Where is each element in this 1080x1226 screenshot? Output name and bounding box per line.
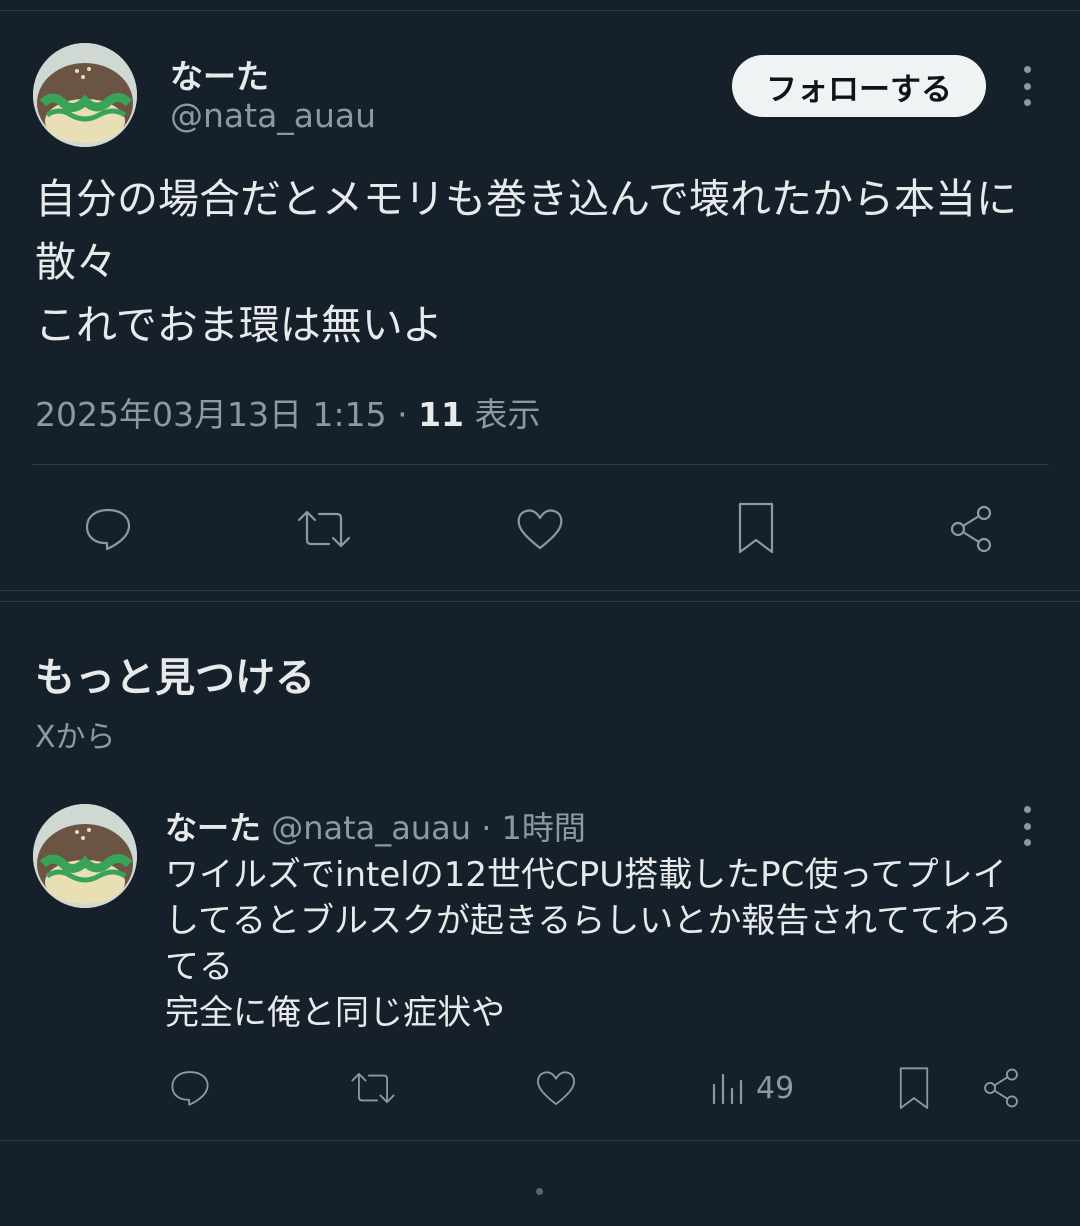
like-icon[interactable] [512, 500, 568, 558]
timestamp[interactable]: 2025年03月13日 1:15 [35, 395, 387, 434]
display-name[interactable]: なーた [170, 50, 269, 98]
views-count: 49 [756, 1070, 795, 1106]
related-handle[interactable]: @nata_auau [271, 809, 471, 847]
follow-button[interactable]: フォローする [732, 55, 986, 117]
related-avatar[interactable] [33, 804, 137, 908]
related-display-name[interactable]: なーた [165, 809, 261, 847]
tweet-meta: 2025年03月13日 1:15 · 11 表示 [35, 388, 541, 436]
top-divider [0, 10, 1080, 11]
views-button[interactable]: 49 [710, 1066, 810, 1110]
like-icon[interactable] [533, 1066, 579, 1110]
meta-separator: · [397, 395, 408, 434]
more-icon[interactable] [1012, 806, 1042, 846]
share-icon[interactable] [978, 1064, 1024, 1112]
bookmark-icon[interactable] [892, 1064, 936, 1114]
section-source: Xから [35, 720, 116, 755]
tweet-text-line: 散々 [35, 238, 117, 286]
retweet-icon[interactable] [348, 1066, 398, 1110]
views-icon [712, 1073, 743, 1105]
related-text-line: してるとブルスクが起きるらしいとか報告されててわろ [165, 901, 1013, 941]
share-icon[interactable] [944, 500, 998, 558]
reply-icon[interactable] [166, 1066, 214, 1110]
tweet-text-line: これでおま環は無いよ [35, 301, 443, 349]
related-time[interactable]: · 1時間 [481, 809, 586, 847]
related-text-line: ワイルズでintelの12世代CPU搭載したPC使ってプレイ [165, 855, 1007, 895]
section-divider [0, 590, 1080, 602]
retweet-icon[interactable] [293, 500, 355, 558]
section-title: もっと見つける [35, 655, 315, 701]
avatar[interactable] [33, 43, 137, 147]
reply-icon[interactable] [78, 500, 138, 558]
tweet-text-line: 自分の場合だとメモリも巻き込んで壊れたから本当に [35, 175, 1017, 223]
related-text: ワイルズでintelの12世代CPU搭載したPC使ってプレイ してるとブルスクが… [165, 852, 1045, 1036]
divider [32, 464, 1049, 465]
related-text-line: 完全に俺と同じ症状や [165, 993, 505, 1033]
view-label: 表示 [474, 395, 541, 434]
avatar-image [33, 43, 137, 147]
bookmark-icon[interactable] [730, 498, 782, 560]
user-handle[interactable]: @nata_auau [170, 96, 376, 135]
loading-indicator [536, 1188, 543, 1195]
divider [0, 1140, 1080, 1141]
related-header: なーた @nata_auau · 1時間 [165, 803, 586, 849]
view-count: 11 [418, 395, 464, 434]
tweet-text: 自分の場合だとメモリも巻き込んで壊れたから本当に 散々 これでおま環は無いよ [35, 168, 1055, 357]
avatar-image [33, 804, 137, 908]
related-text-line: てる [165, 947, 233, 987]
more-icon[interactable] [1012, 66, 1042, 106]
